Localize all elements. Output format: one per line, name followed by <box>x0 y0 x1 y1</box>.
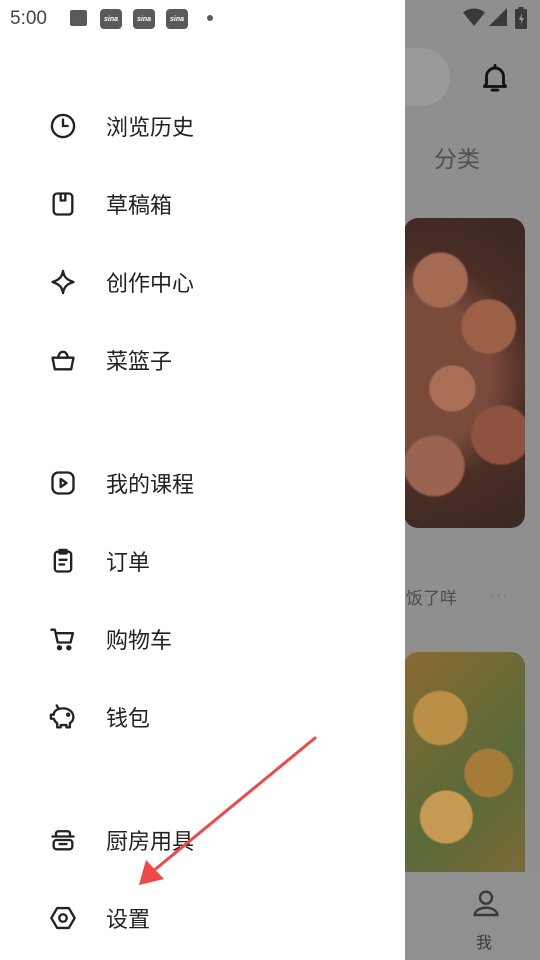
bell-icon <box>482 63 508 92</box>
piggy-bank-icon <box>48 702 78 732</box>
background-food-image-2 <box>404 652 525 872</box>
menu-item-basket[interactable]: 菜篮子 <box>48 340 368 380</box>
image-icon <box>70 10 87 26</box>
cart-icon <box>48 624 78 654</box>
status-time: 5:00 <box>10 8 47 29</box>
background-tab-category: 分类 <box>434 147 480 173</box>
settings-hexagon-icon <box>48 903 78 933</box>
menu-item-wallet[interactable]: 钱包 <box>48 697 368 737</box>
menu-item-label: 我的课程 <box>106 473 195 498</box>
dot-icon <box>207 15 213 21</box>
menu-item-drafts[interactable]: 草稿箱 <box>48 184 368 224</box>
background-food-image <box>404 218 525 528</box>
menu-item-label: 菜篮子 <box>106 350 173 375</box>
menu-item-label: 浏览历史 <box>106 116 195 141</box>
bottom-nav-label-me: 我 <box>476 933 493 952</box>
draft-box-icon <box>48 189 78 219</box>
clock-icon <box>48 111 78 141</box>
menu-item-label: 厨房用具 <box>106 830 195 855</box>
menu-item-label: 钱包 <box>106 707 151 732</box>
menu-item-settings[interactable]: 设置 <box>48 898 368 938</box>
sina-weibo-icon: sina <box>100 9 122 29</box>
cellular-signal-icon <box>489 8 507 26</box>
menu-item-browsing-history[interactable]: 浏览历史 <box>48 106 368 146</box>
menu-item-shopping-cart[interactable]: 购物车 <box>48 619 368 659</box>
more-icon: ··· <box>490 586 509 605</box>
menu-item-label: 草稿箱 <box>106 194 173 219</box>
background-post-caption: 饭了咩 <box>406 589 457 609</box>
menu-item-label: 设置 <box>106 908 151 933</box>
side-drawer: 5:00 sina sina sina 浏览历史 草稿箱 创作中心 菜篮子 我的… <box>0 0 405 960</box>
user-icon <box>473 890 499 917</box>
menu-item-my-courses[interactable]: 我的课程 <box>48 463 368 503</box>
menu-item-orders[interactable]: 订单 <box>48 541 368 581</box>
sina-weibo-icon: sina <box>133 9 155 29</box>
menu-item-creator-center[interactable]: 创作中心 <box>48 262 368 302</box>
clipboard-icon <box>48 546 78 576</box>
sparkle-icon <box>48 267 78 297</box>
battery-icon <box>515 7 527 29</box>
menu-item-label: 创作中心 <box>106 272 195 297</box>
sina-weibo-icon: sina <box>166 9 188 29</box>
menu-item-label: 购物车 <box>106 629 173 654</box>
menu-item-label: 订单 <box>106 551 151 576</box>
wifi-icon <box>463 8 485 26</box>
play-course-icon <box>48 468 78 498</box>
cookware-icon <box>48 825 78 855</box>
basket-icon <box>48 345 78 375</box>
menu-item-kitchenware[interactable]: 厨房用具 <box>48 820 368 860</box>
